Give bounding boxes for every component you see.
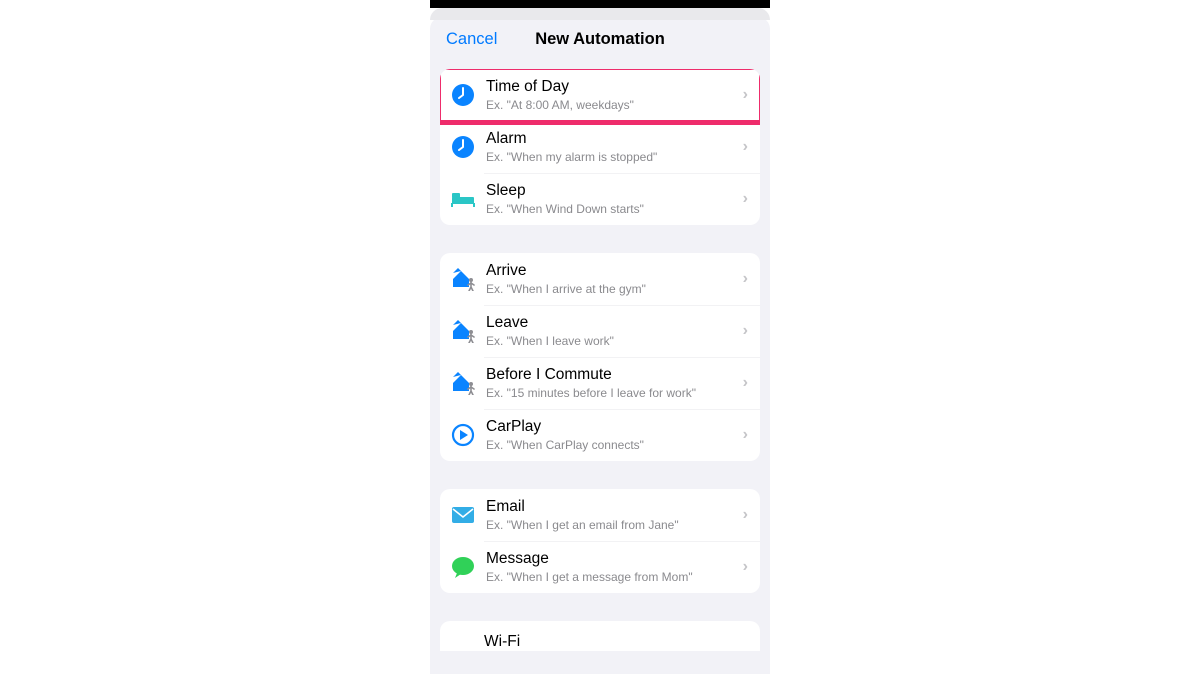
clock-fill-icon (450, 134, 476, 160)
chevron-right-icon: › (743, 506, 748, 524)
item-subtitle: Ex. "When CarPlay connects" (486, 438, 735, 453)
item-subtitle: Ex. "When I arrive at the gym" (486, 282, 735, 297)
trigger-sleep[interactable]: Sleep Ex. "When Wind Down starts" › (440, 173, 760, 225)
chevron-right-icon: › (743, 322, 748, 340)
bed-icon (450, 186, 476, 212)
item-subtitle: Ex. "When Wind Down starts" (486, 202, 735, 217)
item-title: Email (486, 497, 735, 516)
envelope-icon (450, 502, 476, 528)
item-subtitle: Ex. "When my alarm is stopped" (486, 150, 735, 165)
message-bubble-icon (450, 554, 476, 580)
trigger-arrive[interactable]: Arrive Ex. "When I arrive at the gym" › (440, 253, 760, 305)
chevron-right-icon: › (743, 374, 748, 392)
trigger-group-location: Arrive Ex. "When I arrive at the gym" › … (440, 253, 760, 461)
trigger-before-commute[interactable]: Before I Commute Ex. "15 minutes before … (440, 357, 760, 409)
chevron-right-icon: › (743, 558, 748, 576)
status-bar-strip (430, 0, 770, 8)
house-person-icon (450, 266, 476, 292)
trigger-time-of-day[interactable]: Time of Day Ex. "At 8:00 AM, weekdays" › (440, 69, 760, 121)
item-subtitle: Ex. "15 minutes before I leave for work" (486, 386, 735, 401)
item-title: CarPlay (486, 417, 735, 436)
carplay-icon (450, 422, 476, 448)
house-person-icon (450, 370, 476, 396)
item-title: Sleep (486, 181, 735, 200)
chevron-right-icon: › (743, 86, 748, 104)
chevron-right-icon: › (743, 138, 748, 156)
item-title: Leave (486, 313, 735, 332)
trigger-alarm[interactable]: Alarm Ex. "When my alarm is stopped" › (440, 121, 760, 173)
chevron-right-icon: › (743, 190, 748, 208)
item-title: Before I Commute (486, 365, 735, 384)
sheet-behind (430, 8, 770, 20)
trigger-wifi[interactable]: Wi-Fi (440, 621, 760, 651)
item-subtitle: Ex. "When I get an email from Jane" (486, 518, 735, 533)
chevron-right-icon: › (743, 270, 748, 288)
trigger-group-communication: Email Ex. "When I get an email from Jane… (440, 489, 760, 593)
item-subtitle: Ex. "At 8:00 AM, weekdays" (486, 98, 735, 113)
cancel-button[interactable]: Cancel (446, 30, 497, 49)
trigger-carplay[interactable]: CarPlay Ex. "When CarPlay connects" › (440, 409, 760, 461)
chevron-right-icon: › (743, 426, 748, 444)
navigation-bar: Cancel New Automation (430, 25, 770, 69)
modal-sheet: Cancel New Automation Time of Day Ex. "A… (430, 17, 770, 674)
trigger-group-time: Time of Day Ex. "At 8:00 AM, weekdays" ›… (440, 69, 760, 225)
item-subtitle: Ex. "When I leave work" (486, 334, 735, 349)
item-title: Arrive (486, 261, 735, 280)
house-person-icon (450, 318, 476, 344)
trigger-leave[interactable]: Leave Ex. "When I leave work" › (440, 305, 760, 357)
phone-frame: Cancel New Automation Time of Day Ex. "A… (430, 0, 770, 675)
trigger-email[interactable]: Email Ex. "When I get an email from Jane… (440, 489, 760, 541)
clock-fill-icon (450, 82, 476, 108)
item-title: Time of Day (486, 77, 735, 96)
item-title: Wi-Fi (484, 633, 520, 650)
item-title: Alarm (486, 129, 735, 148)
automation-list: Time of Day Ex. "At 8:00 AM, weekdays" ›… (430, 69, 770, 651)
trigger-message[interactable]: Message Ex. "When I get a message from M… (440, 541, 760, 593)
item-subtitle: Ex. "When I get a message from Mom" (486, 570, 735, 585)
item-title: Message (486, 549, 735, 568)
